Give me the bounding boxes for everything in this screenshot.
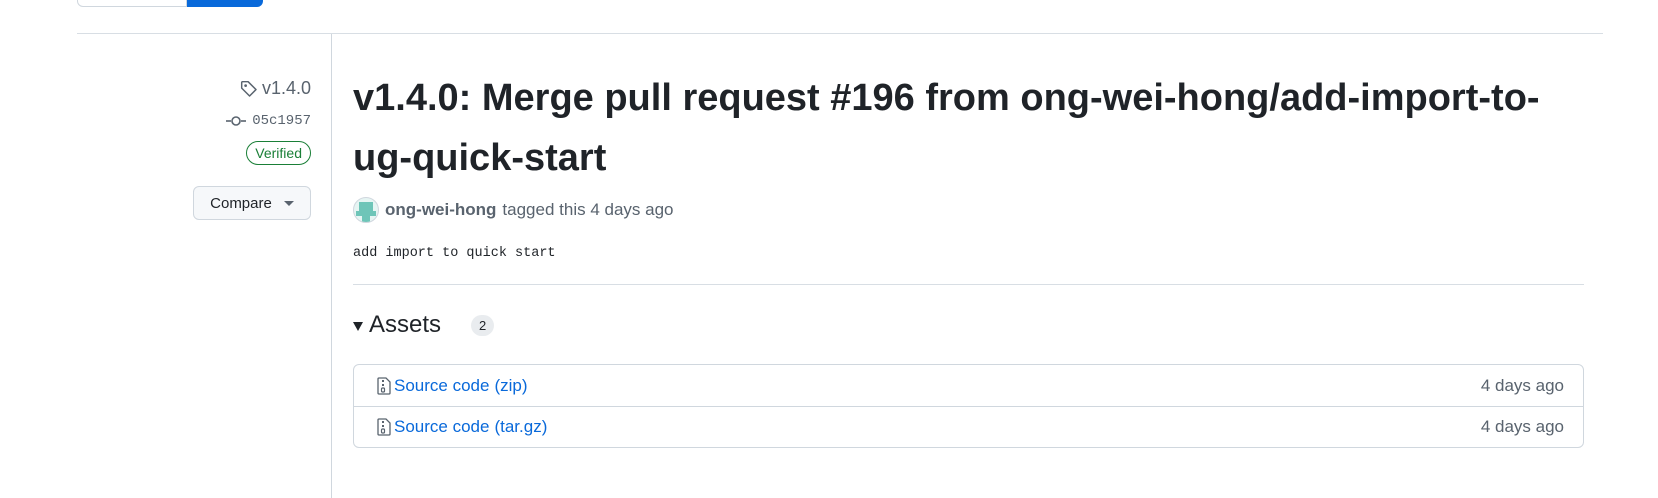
divider-top (77, 33, 1603, 34)
asset-row: Source code (zip) 4 days ago (354, 365, 1583, 406)
tag-icon (240, 80, 257, 97)
asset-ext[interactable]: (tar.gz) (494, 417, 547, 437)
file-zip-icon (377, 376, 391, 395)
release-body: add import to quick start (353, 246, 556, 261)
commit-link[interactable]: 05c1957 (226, 113, 311, 129)
divider-assets (353, 284, 1584, 285)
asset-ext[interactable]: (zip) (494, 376, 527, 396)
assets-list: Source code (zip) 4 days ago Source code… (353, 364, 1584, 448)
file-zip-icon (377, 418, 391, 436)
release-title[interactable]: v1.4.0: Merge pull request #196 from ong… (353, 68, 1593, 188)
asset-date: 4 days ago (1480, 417, 1564, 436)
tag-link[interactable]: v1.4.0 (240, 78, 311, 99)
assets-toggle[interactable]: Assets 2 (353, 311, 495, 339)
asset-link-zip[interactable]: Source code (394, 376, 489, 396)
commit-icon (226, 116, 247, 126)
caret-down-icon (283, 200, 294, 206)
asset-link-tar-gz[interactable]: Source code (394, 417, 489, 437)
compare-label: Compare (210, 194, 272, 212)
top-button-group (77, 0, 263, 8)
asset-date: 4 days ago (1480, 375, 1564, 395)
assets-count-badge: 2 (471, 314, 495, 336)
release-meta: ong-wei-hong tagged this 4 days ago (353, 197, 674, 223)
compare-button[interactable]: Compare (193, 186, 311, 220)
secondary-button[interactable] (77, 0, 187, 7)
primary-button[interactable] (187, 0, 263, 7)
triangle-down-icon (353, 321, 363, 331)
avatar[interactable] (353, 197, 379, 223)
asset-row: Source code (tar.gz) 4 days ago (354, 406, 1583, 447)
verified-badge[interactable]: Verified (246, 141, 311, 165)
tag-label: v1.4.0 (261, 78, 311, 98)
commit-sha: 05c1957 (252, 113, 311, 129)
tagged-text: tagged this 4 days ago (502, 200, 674, 219)
assets-title: Assets (369, 311, 442, 338)
author-link[interactable]: ong-wei-hong (385, 200, 496, 220)
timeline-rule (331, 34, 332, 498)
